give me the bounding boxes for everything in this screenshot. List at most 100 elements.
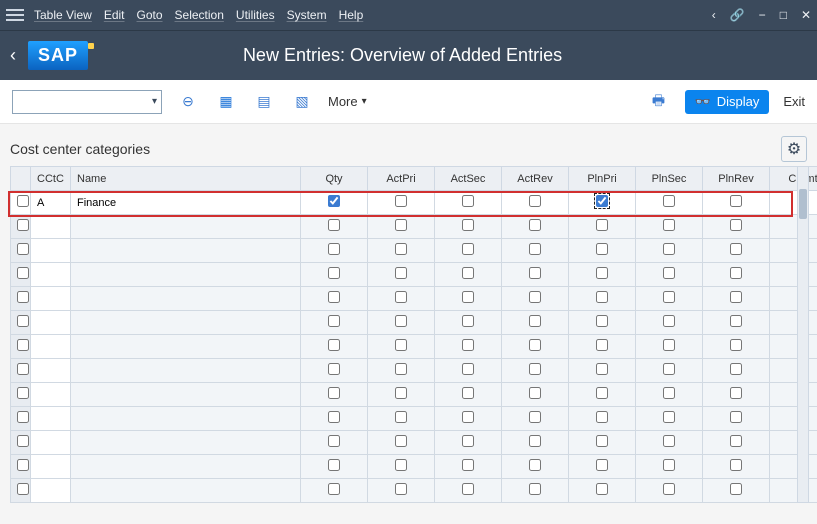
close-icon[interactable]: ✕ — [801, 8, 811, 22]
checkbox[interactable] — [328, 219, 340, 231]
col-actrev[interactable]: ActRev — [502, 167, 569, 191]
checkbox[interactable] — [663, 411, 675, 423]
checkbox[interactable] — [17, 339, 29, 351]
vertical-scrollbar[interactable] — [797, 166, 809, 503]
table-row[interactable] — [11, 335, 817, 359]
table-row[interactable] — [11, 455, 817, 479]
col-cmmt[interactable]: Cmmt — [770, 167, 817, 191]
checkbox[interactable] — [17, 459, 29, 471]
checkbox[interactable] — [730, 483, 742, 495]
checkbox[interactable] — [328, 195, 340, 207]
checkbox[interactable] — [663, 243, 675, 255]
checkbox[interactable] — [462, 435, 474, 447]
checkbox[interactable] — [529, 363, 541, 375]
checkbox[interactable] — [529, 267, 541, 279]
col-name[interactable]: Name — [71, 167, 301, 191]
checkbox[interactable] — [328, 459, 340, 471]
checkbox[interactable] — [529, 195, 541, 207]
checkbox[interactable] — [328, 315, 340, 327]
checkbox[interactable] — [596, 483, 608, 495]
checkbox[interactable] — [395, 459, 407, 471]
col-cctc[interactable]: CCtC — [31, 167, 71, 191]
checkbox[interactable] — [529, 435, 541, 447]
checkbox[interactable] — [663, 435, 675, 447]
col-plnpri[interactable]: PlnPri — [569, 167, 636, 191]
checkbox[interactable] — [328, 411, 340, 423]
checkbox[interactable] — [462, 411, 474, 423]
checkbox[interactable] — [663, 267, 675, 279]
table-row[interactable] — [11, 359, 817, 383]
checkbox[interactable] — [529, 411, 541, 423]
checkbox[interactable] — [462, 243, 474, 255]
table-row[interactable] — [11, 431, 817, 455]
checkbox[interactable] — [328, 267, 340, 279]
checkbox[interactable] — [462, 219, 474, 231]
select-block-icon[interactable]: ▤ — [252, 90, 276, 114]
checkbox[interactable] — [17, 411, 29, 423]
checkbox[interactable] — [395, 219, 407, 231]
checkbox[interactable] — [395, 387, 407, 399]
checkbox[interactable] — [328, 387, 340, 399]
checkbox[interactable] — [529, 243, 541, 255]
cell-name[interactable]: Finance — [71, 191, 301, 215]
checkbox[interactable] — [663, 291, 675, 303]
col-actpri[interactable]: ActPri — [368, 167, 435, 191]
checkbox[interactable] — [529, 315, 541, 327]
table-row[interactable] — [11, 239, 817, 263]
checkbox[interactable] — [462, 339, 474, 351]
menu-icon[interactable] — [6, 9, 24, 21]
col-actsec[interactable]: ActSec — [435, 167, 502, 191]
checkbox[interactable] — [17, 267, 29, 279]
checkbox[interactable] — [596, 195, 608, 207]
table-row[interactable] — [11, 215, 817, 239]
checkbox[interactable] — [395, 291, 407, 303]
col-select[interactable] — [11, 167, 31, 191]
checkbox[interactable] — [596, 387, 608, 399]
menu-edit[interactable]: Edit — [104, 8, 125, 22]
checkbox[interactable] — [663, 315, 675, 327]
table-row[interactable] — [11, 383, 817, 407]
checkbox[interactable] — [730, 387, 742, 399]
checkbox[interactable] — [395, 435, 407, 447]
checkbox[interactable] — [17, 291, 29, 303]
checkbox[interactable] — [462, 387, 474, 399]
checkbox[interactable] — [663, 387, 675, 399]
maximize-icon[interactable]: □ — [780, 8, 787, 22]
checkbox[interactable] — [328, 483, 340, 495]
select-all-icon[interactable]: ▦ — [214, 90, 238, 114]
checkbox[interactable] — [730, 411, 742, 423]
menu-help[interactable]: Help — [339, 8, 364, 22]
nav-back-icon[interactable]: ‹ — [712, 8, 716, 22]
checkbox[interactable] — [17, 363, 29, 375]
table-row[interactable] — [11, 311, 817, 335]
checkbox[interactable] — [596, 315, 608, 327]
minimize-icon[interactable]: − — [759, 8, 766, 22]
checkbox[interactable] — [17, 435, 29, 447]
checkbox[interactable] — [663, 195, 675, 207]
checkbox[interactable] — [596, 435, 608, 447]
deselect-all-icon[interactable]: ▧ — [290, 90, 314, 114]
checkbox[interactable] — [462, 459, 474, 471]
checkbox[interactable] — [529, 219, 541, 231]
table-row[interactable] — [11, 479, 817, 503]
checkbox[interactable] — [462, 315, 474, 327]
back-button[interactable]: ‹ — [10, 45, 16, 66]
checkbox[interactable] — [395, 315, 407, 327]
checkbox[interactable] — [462, 195, 474, 207]
checkbox[interactable] — [730, 363, 742, 375]
checkbox[interactable] — [529, 387, 541, 399]
print-icon[interactable]: 🖶 — [647, 90, 671, 114]
checkbox[interactable] — [730, 315, 742, 327]
checkbox[interactable] — [328, 243, 340, 255]
checkbox[interactable] — [462, 267, 474, 279]
checkbox[interactable] — [596, 339, 608, 351]
menu-table-view[interactable]: Table View — [34, 8, 92, 22]
menu-selection[interactable]: Selection — [175, 8, 224, 22]
checkbox[interactable] — [395, 243, 407, 255]
checkbox[interactable] — [663, 483, 675, 495]
checkbox[interactable] — [663, 363, 675, 375]
checkbox[interactable] — [17, 219, 29, 231]
checkbox[interactable] — [17, 387, 29, 399]
checkbox[interactable] — [663, 339, 675, 351]
checkbox[interactable] — [596, 291, 608, 303]
